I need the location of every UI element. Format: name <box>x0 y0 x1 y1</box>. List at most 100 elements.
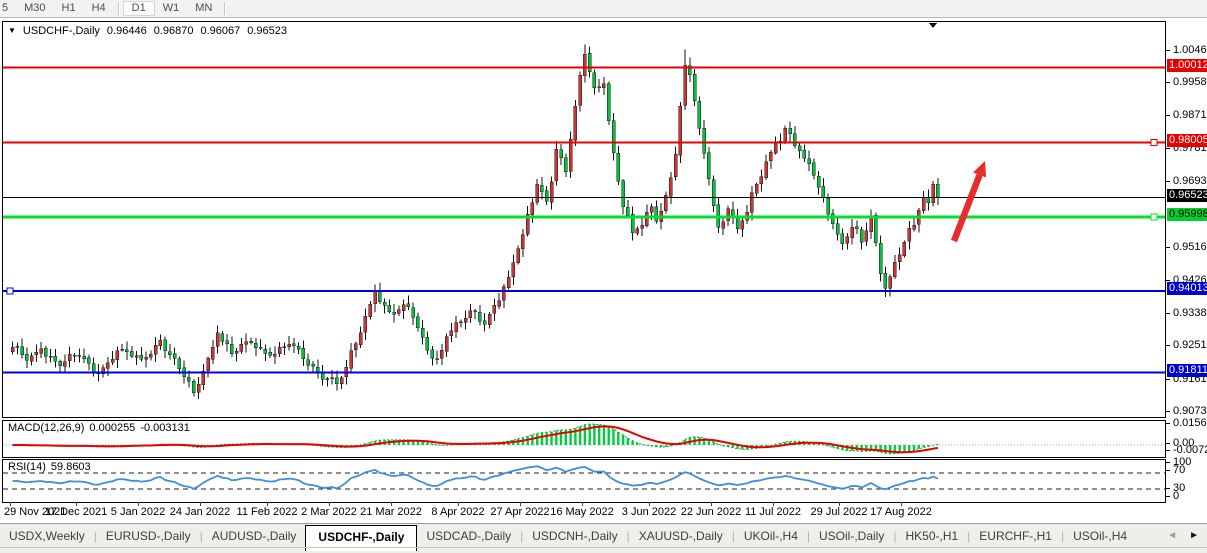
timeframe-button-h4[interactable]: H4 <box>84 1 114 16</box>
rsi-axis-label: 0 <box>1173 490 1179 502</box>
date-label: 5 Jan 2022 <box>111 506 165 518</box>
date-label: 24 Jan 2022 <box>170 506 231 518</box>
price-tick-label: 1.00460 <box>1173 44 1207 56</box>
price-level-badge: 0.94013 <box>1167 282 1207 295</box>
rsi-value: 59.8603 <box>51 461 91 473</box>
date-label: 2 Mar 2022 <box>301 506 357 518</box>
price-tick-mark <box>1166 115 1170 116</box>
date-label: 16 May 2022 <box>550 506 614 518</box>
macd-name: MACD(12,26,9) <box>8 422 84 434</box>
rsi-panel <box>2 459 1166 503</box>
ohlc-high: 0.96870 <box>154 25 194 37</box>
rsi-tick-mark <box>1166 470 1170 471</box>
ohlc-low: 0.96067 <box>200 25 240 37</box>
chart-tab-xauusd-daily[interactable]: XAUUSD-,Daily <box>630 525 732 548</box>
macd-tick-mark <box>1166 443 1170 444</box>
price-level-badge: 1.00012 <box>1167 59 1207 72</box>
price-tick-mark <box>1166 148 1170 149</box>
price-tick-mark <box>1166 181 1170 182</box>
chart-symbol-label: USDCHF-,Daily <box>23 25 100 37</box>
price-tick-mark <box>1166 50 1170 51</box>
current-price-badge: 0.96523 <box>1167 189 1207 202</box>
ohlc-open: 0.96446 <box>107 25 147 37</box>
toolbar-separator <box>224 2 225 15</box>
macd-tick-mark <box>1166 423 1170 424</box>
chart-tab-usdcnh-daily[interactable]: USDCNH-,Daily <box>523 525 626 548</box>
date-label: 11 Jul 2022 <box>745 506 801 518</box>
price-tick-mark <box>1166 379 1170 380</box>
price-tick-label: 0.96935 <box>1173 175 1207 187</box>
price-tick-label: 0.90735 <box>1173 405 1207 417</box>
macd-main-value: 0.000255 <box>89 422 135 434</box>
chart-tab-hk50-h1[interactable]: HK50-,H1 <box>896 525 967 548</box>
price-tick-mark <box>1166 247 1170 248</box>
macd-axis-label: -0.0072595 <box>1173 444 1207 456</box>
price-tick-label: 0.98710 <box>1173 109 1207 121</box>
chart-shift-marker[interactable] <box>929 23 937 28</box>
macd-tick-mark <box>1166 450 1170 451</box>
main-chart-panel[interactable] <box>2 21 1166 418</box>
price-level-badge: 0.91811 <box>1167 364 1207 377</box>
price-tick-label: 0.95160 <box>1173 241 1207 253</box>
macd-label: MACD(12,26,9) 0.000255 -0.003131 <box>8 422 190 434</box>
candlestick-chart <box>3 22 1165 417</box>
date-label: 22 Jun 2022 <box>681 506 742 518</box>
rsi-name: RSI(14) <box>8 461 46 473</box>
price-tick-mark <box>1166 280 1170 281</box>
timeframe-button-w1[interactable]: W1 <box>155 1 188 16</box>
date-label: 17 Dec 2021 <box>45 506 107 518</box>
chart-tab-usdx-weekly[interactable]: USDX,Weekly <box>0 525 94 548</box>
timeframe-button-m30[interactable]: M30 <box>16 1 53 16</box>
price-tick-mark <box>1166 82 1170 83</box>
timeframe-toolbar: 5M30H1H4 D1W1MN <box>0 0 1207 18</box>
chart-tab-ukoil-h4[interactable]: UKOil-,H4 <box>735 525 807 548</box>
date-label: 21 Mar 2022 <box>360 506 422 518</box>
date-label: 29 Jul 2022 <box>811 506 868 518</box>
rsi-tick-mark <box>1166 488 1170 489</box>
ohlc-close: 0.96523 <box>247 25 287 37</box>
horizontal-line-objects[interactable] <box>3 67 1165 374</box>
chart-tab-audusd-daily[interactable]: AUDUSD-,Daily <box>203 525 306 548</box>
rsi-axis-label: 70 <box>1173 464 1185 476</box>
rsi-tick-mark <box>1166 462 1170 463</box>
macd-axis-label: 0.015654 <box>1173 417 1207 429</box>
price-axis: 1.004600.995850.987100.978100.969350.951… <box>1166 0 1207 553</box>
line-drag-handle[interactable] <box>7 288 13 294</box>
price-tick-label: 0.93385 <box>1173 307 1207 319</box>
chart-tab-usoil-h4[interactable]: USOil-,H4 <box>1064 525 1136 548</box>
price-tick-mark <box>1166 345 1170 346</box>
date-label: 27 Apr 2022 <box>490 506 549 518</box>
rsi-tick-mark <box>1166 496 1170 497</box>
chart-tab-usoil-daily[interactable]: USOil-,Daily <box>810 525 893 548</box>
timeframe-button-5[interactable]: 5 <box>0 1 16 16</box>
date-label: 11 Feb 2022 <box>237 506 298 518</box>
price-tick-label: 0.99585 <box>1173 76 1207 88</box>
rsi-chart <box>3 460 1165 502</box>
price-tick-mark <box>1166 411 1170 412</box>
chart-tab-eurchf-h1[interactable]: EURCHF-,H1 <box>970 525 1061 548</box>
price-level-badge: 0.98005 <box>1167 134 1207 147</box>
date-label: 8 Apr 2022 <box>431 506 484 518</box>
price-tick-mark <box>1166 313 1170 314</box>
current-price-line <box>3 197 1165 198</box>
macd-signal-value: -0.003131 <box>140 422 190 434</box>
rsi-label: RSI(14) 59.8603 <box>8 461 91 473</box>
chart-title: ▼ USDCHF-,Daily 0.96446 0.96870 0.96067 … <box>8 25 287 37</box>
chevron-down-icon[interactable]: ▼ <box>8 26 16 35</box>
line-drag-handle[interactable] <box>1151 214 1157 220</box>
timeframe-button-h1[interactable]: H1 <box>54 1 84 16</box>
price-tick-label: 0.92510 <box>1173 339 1207 351</box>
trend-arrow[interactable] <box>954 161 986 241</box>
rsi-line <box>13 466 938 489</box>
date-label: 17 Aug 2022 <box>870 506 932 518</box>
chart-tab-usdcad-daily[interactable]: USDCAD-,Daily <box>417 525 520 548</box>
candles <box>11 44 939 399</box>
chart-tab-eurusd-daily[interactable]: EURUSD-,Daily <box>97 525 200 548</box>
tabbar-underline <box>0 547 1207 548</box>
price-level-badge: 0.95998 <box>1167 208 1207 221</box>
timeframe-button-mn[interactable]: MN <box>187 1 220 16</box>
toolbar-separator <box>118 2 119 15</box>
line-drag-handle[interactable] <box>1151 139 1157 145</box>
date-label: 3 Jun 2022 <box>622 506 676 518</box>
timeframe-button-d1[interactable]: D1 <box>123 1 155 16</box>
